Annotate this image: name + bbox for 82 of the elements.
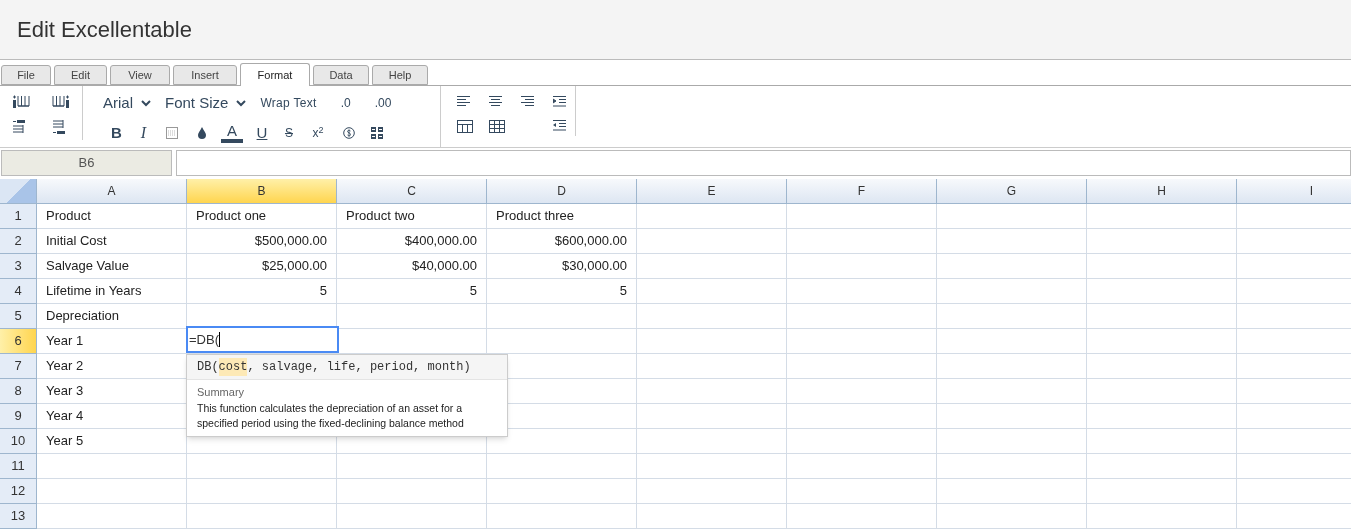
chevron-down-icon bbox=[236, 99, 247, 107]
merge-cells-icon[interactable] bbox=[371, 127, 383, 139]
table-cell: Product one bbox=[187, 204, 337, 229]
insert-row-below-icon[interactable] bbox=[52, 119, 66, 135]
table-cell: $25,000.00 bbox=[187, 254, 337, 279]
row-header[interactable]: 12 bbox=[0, 479, 37, 504]
table-cell: Initial Cost bbox=[37, 229, 187, 254]
column-header[interactable]: A bbox=[37, 179, 187, 204]
table-cell: $500,000.00 bbox=[187, 229, 337, 254]
font-dropdown[interactable]: Arial bbox=[103, 91, 151, 115]
underline-button[interactable]: U bbox=[247, 121, 277, 145]
cell-editor[interactable]: =DB( bbox=[186, 326, 339, 353]
table-cell: Product bbox=[37, 204, 187, 229]
table-cell: Depreciation bbox=[37, 304, 187, 329]
insert-column-left-icon[interactable] bbox=[12, 94, 30, 108]
font-size-dropdown[interactable]: Font Size bbox=[165, 91, 247, 115]
bold-button[interactable]: B bbox=[103, 121, 130, 145]
increase-decimal-button[interactable]: .00 bbox=[374, 94, 392, 112]
menu-tab[interactable]: Data bbox=[313, 65, 369, 85]
insert-column-right-icon[interactable] bbox=[52, 94, 70, 108]
borders-icon[interactable] bbox=[166, 127, 178, 139]
menu-tab[interactable]: Insert bbox=[173, 65, 237, 85]
column-header[interactable]: E bbox=[637, 179, 787, 204]
align-center-icon[interactable] bbox=[489, 96, 502, 107]
italic-button[interactable]: I bbox=[130, 121, 157, 145]
table-cell: $40,000.00 bbox=[337, 254, 487, 279]
column-header[interactable]: D bbox=[487, 179, 637, 204]
wrap-text-button[interactable]: Wrap Text bbox=[260, 94, 317, 112]
indent-icon[interactable] bbox=[553, 96, 566, 107]
menu-tab[interactable]: Edit bbox=[54, 65, 107, 85]
table-cell: $30,000.00 bbox=[487, 254, 637, 279]
summary-label: Summary bbox=[196, 385, 246, 400]
row-header[interactable]: 10 bbox=[0, 429, 37, 454]
menu-tab[interactable]: File bbox=[1, 65, 51, 85]
table-cell: Year 5 bbox=[37, 429, 187, 454]
row-header[interactable]: 4 bbox=[0, 279, 37, 304]
row-header[interactable]: 13 bbox=[0, 504, 37, 529]
font-color-button[interactable]: A bbox=[221, 123, 243, 143]
table-cell: Salvage Value bbox=[37, 254, 187, 279]
outdent-icon[interactable] bbox=[553, 119, 566, 131]
chevron-down-icon bbox=[141, 99, 151, 107]
row-header[interactable]: 11 bbox=[0, 454, 37, 479]
formula-field[interactable] bbox=[176, 150, 1351, 176]
row-header[interactable]: 5 bbox=[0, 304, 37, 329]
fill-color-icon[interactable] bbox=[197, 127, 207, 139]
menu-tab[interactable]: Format bbox=[240, 63, 310, 86]
currency-icon[interactable] bbox=[343, 127, 355, 139]
table-cell: $600,000.00 bbox=[487, 229, 637, 254]
table-cell: Product three bbox=[487, 204, 637, 229]
strikethrough-button[interactable]: S bbox=[277, 124, 301, 142]
menu-tab[interactable]: Help bbox=[372, 65, 428, 85]
row-header[interactable]: 7 bbox=[0, 354, 37, 379]
row-header[interactable]: 2 bbox=[0, 229, 37, 254]
column-header[interactable]: I bbox=[1237, 179, 1351, 204]
insert-row-above-icon[interactable] bbox=[12, 119, 26, 135]
decrease-decimal-button[interactable]: .0 bbox=[340, 94, 351, 112]
column-header[interactable]: B bbox=[187, 179, 337, 204]
table-cell: $400,000.00 bbox=[337, 229, 487, 254]
table-grid-icon[interactable] bbox=[489, 119, 505, 133]
superscript-button[interactable]: x$^{2}$ bbox=[301, 124, 335, 142]
table-cell: Lifetime in Years bbox=[37, 279, 187, 304]
table-cell: Product two bbox=[337, 204, 487, 229]
column-header[interactable]: F bbox=[787, 179, 937, 204]
column-header[interactable]: G bbox=[937, 179, 1087, 204]
table-cell: 5 bbox=[337, 279, 487, 304]
align-right-icon[interactable] bbox=[521, 96, 534, 107]
name-box[interactable]: B6 bbox=[1, 150, 172, 176]
page-title: Edit Excellentable bbox=[17, 16, 192, 44]
summary-text: This function calculates the depreciation of an asset for a specified period using the fixed-declining balance method bbox=[196, 400, 465, 431]
row-header[interactable]: 8 bbox=[0, 379, 37, 404]
table-cell: 5 bbox=[487, 279, 637, 304]
column-header[interactable]: H bbox=[1087, 179, 1237, 204]
table-cell: 5 bbox=[187, 279, 337, 304]
row-header[interactable]: 9 bbox=[0, 404, 37, 429]
function-signature: DB(cost, salvage, life, period, month) bbox=[187, 355, 507, 380]
align-left-icon[interactable] bbox=[457, 96, 470, 107]
table-icon[interactable] bbox=[457, 119, 473, 133]
row-header[interactable]: 1 bbox=[0, 204, 37, 229]
column-header[interactable]: C bbox=[337, 179, 487, 204]
row-header[interactable]: 6 bbox=[0, 329, 37, 354]
row-header[interactable]: 3 bbox=[0, 254, 37, 279]
menu-tab[interactable]: View bbox=[110, 65, 170, 85]
